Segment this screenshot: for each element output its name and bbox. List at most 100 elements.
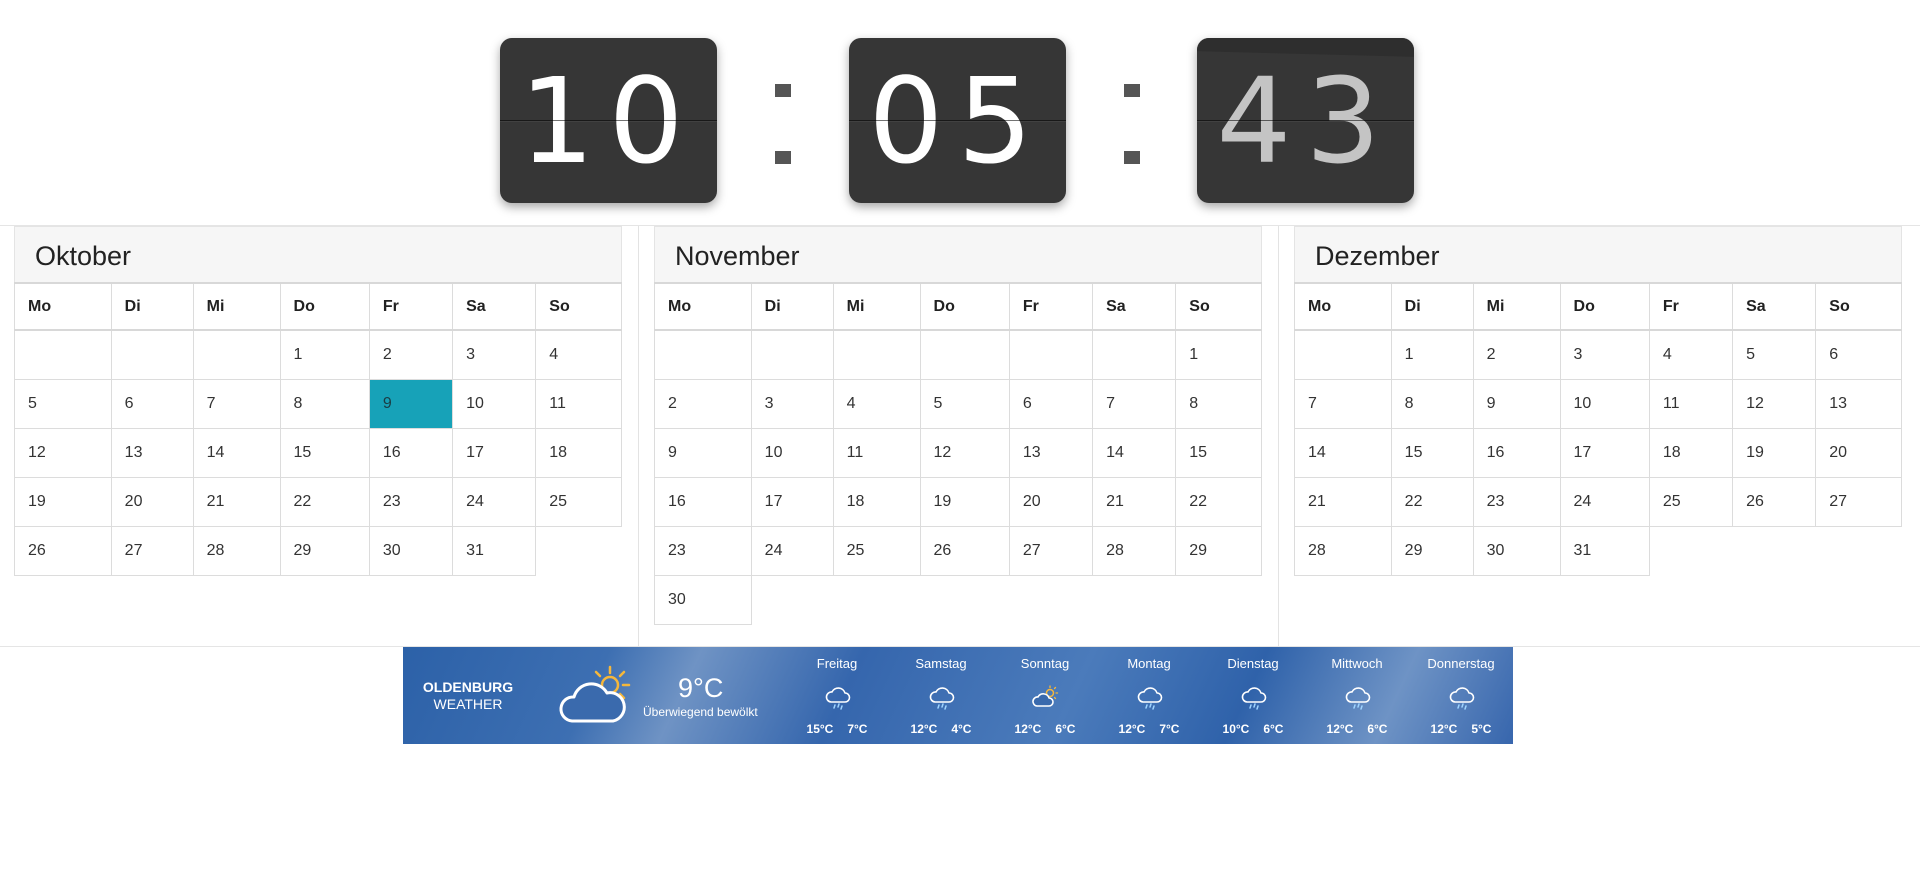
- calendar-day[interactable]: 5: [14, 378, 112, 429]
- calendar-day[interactable]: 18: [832, 476, 921, 527]
- calendar-day[interactable]: 3: [1559, 329, 1650, 380]
- calendar-day[interactable]: 22: [279, 476, 370, 527]
- calendar-day[interactable]: 20: [1008, 476, 1094, 527]
- calendar-day[interactable]: 25: [535, 476, 622, 527]
- calendar-day[interactable]: 5: [919, 378, 1010, 429]
- calendar-day[interactable]: 27: [1008, 525, 1094, 576]
- calendar-day[interactable]: 15: [1390, 427, 1474, 478]
- calendar-day[interactable]: 11: [535, 378, 622, 429]
- calendar-day[interactable]: 8: [279, 378, 370, 429]
- weekday-header: Di: [750, 282, 834, 331]
- calendar-day[interactable]: 16: [1472, 427, 1561, 478]
- calendar-day[interactable]: 27: [1815, 476, 1902, 527]
- calendar-day[interactable]: 3: [750, 378, 834, 429]
- calendar-day[interactable]: 2: [1472, 329, 1561, 380]
- calendar-day[interactable]: 21: [192, 476, 281, 527]
- calendar-day[interactable]: 7: [1294, 378, 1392, 429]
- calendar-day[interactable]: 17: [1559, 427, 1650, 478]
- calendar-day[interactable]: 8: [1390, 378, 1474, 429]
- calendar-day[interactable]: 6: [1008, 378, 1094, 429]
- calendar-day[interactable]: 7: [192, 378, 281, 429]
- calendar-day[interactable]: 25: [832, 525, 921, 576]
- calendar-day[interactable]: 11: [832, 427, 921, 478]
- weather-widget[interactable]: OLDENBURG WEATHER 9°C Überwiegend bewölk…: [403, 647, 1513, 744]
- calendar-empty-cell: [1009, 575, 1092, 624]
- calendar-day[interactable]: 20: [110, 476, 194, 527]
- calendar-day[interactable]: 9: [1472, 378, 1561, 429]
- calendar-day[interactable]: 16: [368, 427, 454, 478]
- calendar-day[interactable]: 21: [1294, 476, 1392, 527]
- calendar-day[interactable]: 13: [1815, 378, 1902, 429]
- calendar-day[interactable]: 28: [1092, 525, 1177, 576]
- calendar-day[interactable]: 23: [368, 476, 454, 527]
- calendar-day[interactable]: 10: [1559, 378, 1650, 429]
- calendar-day[interactable]: 20: [1815, 427, 1902, 478]
- calendar-day[interactable]: 12: [1732, 378, 1817, 429]
- calendar-day[interactable]: 22: [1390, 476, 1474, 527]
- calendar-day[interactable]: 4: [535, 329, 622, 380]
- calendar-day[interactable]: 5: [1732, 329, 1817, 380]
- calendar-day[interactable]: 28: [192, 525, 281, 576]
- calendar-day[interactable]: 27: [110, 525, 194, 576]
- calendar-day[interactable]: 29: [1390, 525, 1474, 576]
- calendar-day[interactable]: 17: [750, 476, 834, 527]
- calendar-day[interactable]: 13: [1008, 427, 1094, 478]
- calendar-day[interactable]: 19: [919, 476, 1010, 527]
- calendar-day[interactable]: 29: [279, 525, 370, 576]
- calendar-day[interactable]: 14: [1092, 427, 1177, 478]
- calendar-day[interactable]: 6: [110, 378, 194, 429]
- calendar-day[interactable]: 2: [654, 378, 752, 429]
- calendar-day[interactable]: 29: [1175, 525, 1262, 576]
- calendar-day[interactable]: 22: [1175, 476, 1262, 527]
- calendar-day[interactable]: 15: [279, 427, 370, 478]
- calendar-day[interactable]: 7: [1092, 378, 1177, 429]
- calendar-day[interactable]: 2: [368, 329, 454, 380]
- calendar-day[interactable]: 14: [1294, 427, 1392, 478]
- calendar-day[interactable]: 17: [452, 427, 537, 478]
- calendar-day[interactable]: 13: [110, 427, 194, 478]
- calendar-day[interactable]: 26: [14, 525, 112, 576]
- calendar-day[interactable]: 11: [1648, 378, 1734, 429]
- calendar-day[interactable]: 9: [654, 427, 752, 478]
- calendar-day[interactable]: 10: [750, 427, 834, 478]
- calendar-day[interactable]: 31: [452, 525, 537, 576]
- calendar-day[interactable]: 18: [1648, 427, 1734, 478]
- calendar-day[interactable]: 8: [1175, 378, 1262, 429]
- calendar-day[interactable]: 3: [452, 329, 537, 380]
- calendar-day-today[interactable]: 9: [368, 378, 454, 429]
- clock-separator: [1120, 84, 1144, 164]
- calendar-day[interactable]: 23: [1472, 476, 1561, 527]
- calendar-day[interactable]: 26: [1732, 476, 1817, 527]
- calendar-empty-cell: [1092, 329, 1177, 380]
- calendar-day[interactable]: 30: [654, 574, 752, 625]
- calendar-day[interactable]: 12: [919, 427, 1010, 478]
- calendar-day[interactable]: 16: [654, 476, 752, 527]
- calendar-day[interactable]: 19: [14, 476, 112, 527]
- month-title: November: [654, 226, 1262, 282]
- calendar-day[interactable]: 30: [368, 525, 454, 576]
- calendar-day[interactable]: 24: [452, 476, 537, 527]
- calendar-day[interactable]: 26: [919, 525, 1010, 576]
- calendar-day[interactable]: 19: [1732, 427, 1817, 478]
- calendar-day[interactable]: 23: [654, 525, 752, 576]
- calendar-day[interactable]: 31: [1559, 525, 1650, 576]
- calendar-day[interactable]: 18: [535, 427, 622, 478]
- calendar-day[interactable]: 12: [14, 427, 112, 478]
- forecast-day: Montag 12°C 7°C: [1097, 647, 1201, 744]
- calendar-day[interactable]: 1: [279, 329, 370, 380]
- calendar-day[interactable]: 24: [750, 525, 834, 576]
- calendar-day[interactable]: 1: [1390, 329, 1474, 380]
- calendar-day[interactable]: 10: [452, 378, 537, 429]
- weekday-header-row: Mo Di Mi Do Fr Sa So: [654, 282, 1262, 331]
- calendar-day[interactable]: 4: [1648, 329, 1734, 380]
- calendar-day[interactable]: 28: [1294, 525, 1392, 576]
- calendar-day[interactable]: 25: [1648, 476, 1734, 527]
- calendar-day[interactable]: 14: [192, 427, 281, 478]
- calendar-day[interactable]: 1: [1175, 329, 1262, 380]
- calendar-day[interactable]: 6: [1815, 329, 1902, 380]
- calendar-day[interactable]: 4: [832, 378, 921, 429]
- calendar-day[interactable]: 24: [1559, 476, 1650, 527]
- calendar-day[interactable]: 15: [1175, 427, 1262, 478]
- calendar-day[interactable]: 21: [1092, 476, 1177, 527]
- calendar-day[interactable]: 30: [1472, 525, 1561, 576]
